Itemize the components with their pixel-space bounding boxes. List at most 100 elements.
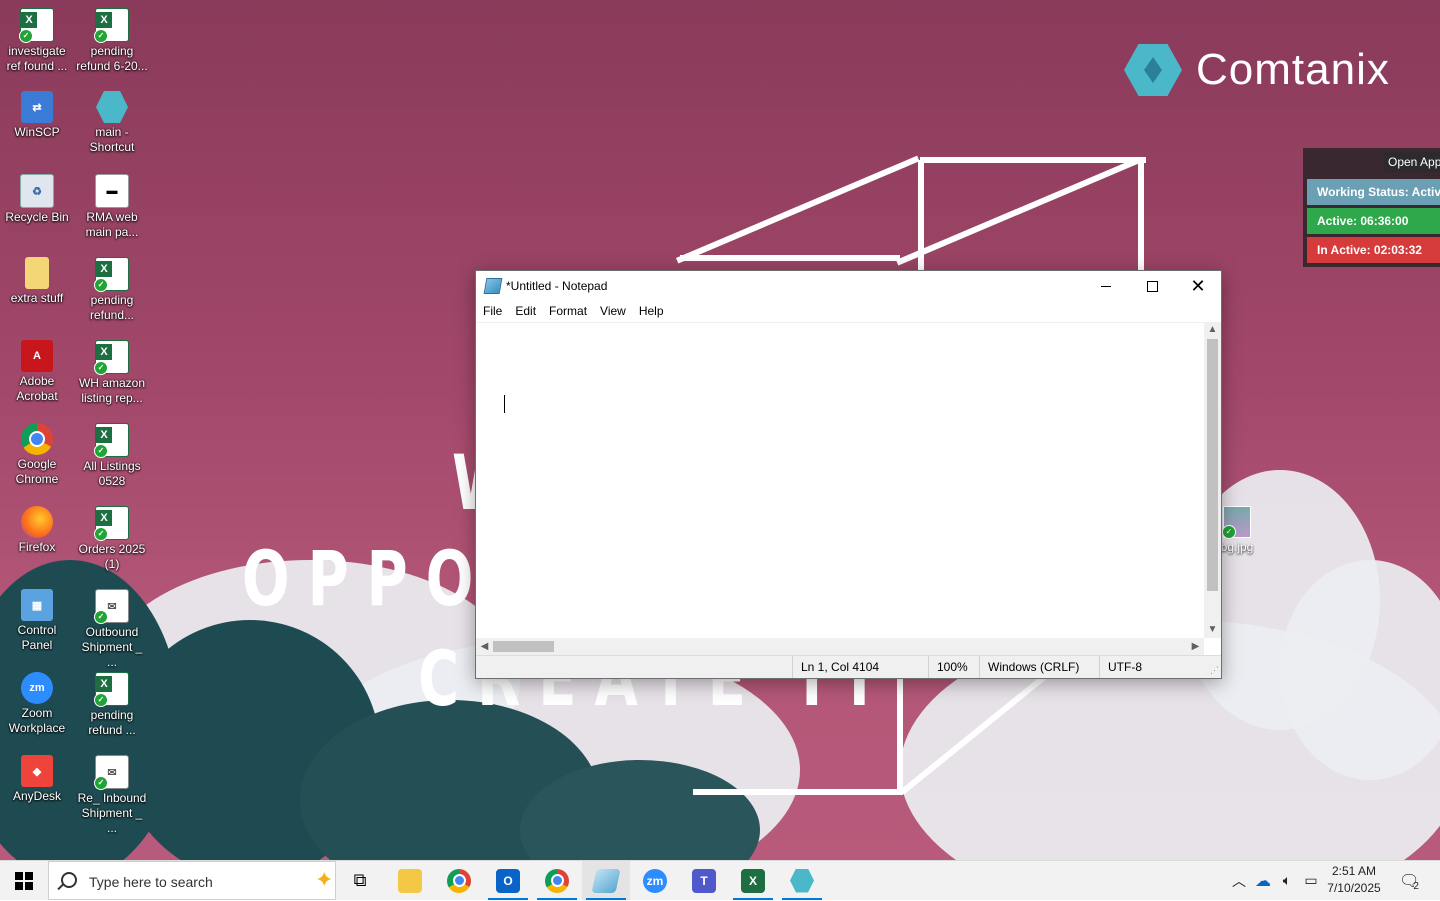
wallpaper-text: OPPO	[242, 536, 492, 624]
horizontal-scroll-thumb[interactable]	[493, 641, 554, 652]
menu-format[interactable]: Format	[542, 301, 593, 318]
taskbar-teams[interactable]: T	[680, 861, 728, 900]
menu-file[interactable]: File	[476, 301, 508, 318]
menu-view[interactable]: View	[593, 301, 632, 318]
comtanix-icon	[790, 868, 814, 893]
recycle-bin-icon: ♻	[20, 174, 54, 208]
wallpaper-frame-line	[676, 155, 920, 264]
firefox-icon	[21, 506, 53, 538]
desktop-icon-label: Zoom Workplace	[8, 706, 66, 735]
open-app-button[interactable]: Open App	[1384, 152, 1440, 172]
taskbar-comtanix[interactable]	[778, 861, 826, 900]
teams-icon: T	[692, 868, 716, 893]
taskbar-chrome[interactable]	[435, 861, 483, 900]
horizontal-scrollbar[interactable]: ◀ ▶	[476, 638, 1204, 655]
clock[interactable]: 2:51 AM 7/10/2025	[1322, 863, 1386, 897]
wallpaper-frame-line	[920, 157, 1146, 163]
desktop-icon[interactable]: ⇄ WinSCP	[1, 83, 73, 140]
taskbar-zoom[interactable]: zm	[631, 861, 679, 900]
wallpaper-frame-line	[693, 789, 903, 795]
search-highlight-icon: ✦	[315, 867, 334, 892]
mail-icon: ✉ ✓	[94, 755, 129, 790]
cloud-icon: ☁	[1255, 872, 1271, 890]
desktop-icon[interactable]: ✉ ✓ Outbound Shipment _ ...	[76, 581, 148, 670]
scroll-right-icon[interactable]: ▶	[1187, 638, 1204, 655]
desktop-icon[interactable]: ✓ Orders 2025 (1)	[76, 498, 148, 572]
excel-icon: ✓	[94, 257, 129, 292]
outlook-icon: O	[496, 868, 520, 893]
wallpaper-frame-line	[1138, 160, 1144, 270]
excel-icon: ✓	[94, 423, 129, 458]
desktop-icon-label: All Listings 0528	[83, 459, 141, 488]
taskbar-outlook[interactable]: O	[484, 861, 532, 900]
desktop-icon[interactable]: ✓ pending refund...	[76, 249, 148, 323]
network-button[interactable]: ▭	[1300, 861, 1322, 900]
desktop-icon[interactable]: main - Shortcut	[76, 83, 148, 155]
taskbar-chrome-profile[interactable]	[533, 861, 581, 900]
taskbar-notepad[interactable]	[582, 861, 630, 900]
desktop-icon-label: Adobe Acrobat	[16, 374, 58, 403]
desktop-icon[interactable]: ✓ investigate ref found ...	[1, 0, 73, 74]
desktop-icon[interactable]: ✓ All Listings 0528	[76, 415, 148, 489]
excel-icon: ✓	[94, 672, 129, 707]
maximize-button[interactable]	[1129, 271, 1175, 301]
resize-grip-icon[interactable]: ⋰	[1210, 665, 1219, 676]
minimize-button[interactable]	[1083, 271, 1129, 301]
sync-check-icon: ✓	[94, 444, 108, 458]
sync-check-icon: ✓	[1222, 525, 1236, 539]
task-view-icon: ⧉	[353, 870, 367, 890]
scroll-left-icon[interactable]: ◀	[476, 638, 493, 655]
sync-check-icon: ✓	[94, 278, 108, 292]
start-button[interactable]	[0, 861, 48, 901]
close-icon: ✕	[1190, 275, 1206, 296]
menu-bar: File Edit Format View Help	[476, 301, 1221, 321]
desktop-icon[interactable]: ♻ Recycle Bin	[1, 166, 73, 225]
desktop-icon[interactable]: A Adobe Acrobat	[1, 332, 73, 404]
desktop-icon-label: Firefox	[18, 540, 56, 554]
menu-edit[interactable]: Edit	[508, 301, 542, 318]
anydesk-icon: ◆	[21, 755, 53, 787]
notepad-icon	[591, 868, 621, 893]
taskbar-excel[interactable]: X	[729, 861, 777, 900]
scroll-up-icon[interactable]: ▲	[1204, 322, 1221, 338]
sync-check-icon: ✓	[19, 29, 33, 43]
volume-button[interactable]: 🔈︎	[1276, 861, 1298, 900]
desktop-icon[interactable]: ✓ pending refund ...	[76, 664, 148, 738]
desktop-icon[interactable]: ✓ pending refund 6-20...	[76, 0, 148, 74]
zoom-icon: zm	[21, 672, 53, 704]
taskbar: Type here to search ✦ ⧉ O zm T X ︿ ☁ 🔈︎ …	[0, 860, 1440, 900]
onedrive-button[interactable]: ☁	[1252, 861, 1274, 900]
notification-center-button[interactable]: 🗨︎ 2	[1394, 861, 1424, 900]
close-button[interactable]: ✕	[1175, 271, 1221, 301]
desktop-icon[interactable]: ✓ WH amazon listing rep...	[76, 332, 148, 406]
show-hidden-icons-button[interactable]: ︿	[1228, 861, 1250, 900]
desktop-icon[interactable]: extra stuff	[1, 249, 73, 306]
menu-help[interactable]: Help	[632, 301, 670, 318]
desktop-icon[interactable]: Firefox	[1, 498, 73, 555]
clock-time: 2:51 AM	[1331, 864, 1377, 878]
search-box[interactable]: Type here to search ✦	[48, 861, 336, 900]
chrome-icon	[447, 868, 471, 893]
desktop-icon[interactable]: ◆ AnyDesk	[1, 747, 73, 804]
scroll-down-icon[interactable]: ▼	[1204, 622, 1221, 638]
title-bar[interactable]: *Untitled - Notepad ✕	[476, 271, 1221, 301]
desktop-icon-label: Google Chrome	[15, 457, 59, 486]
network-icon: ▭	[1304, 872, 1318, 888]
desktop-icon[interactable]: zm Zoom Workplace	[1, 664, 73, 736]
notepad-icon	[483, 278, 503, 294]
desktop-icon[interactable]: Google Chrome	[1, 415, 73, 487]
desktop-icon[interactable]: ✉ ✓ Re_ Inbound Shipment _ ...	[76, 747, 148, 836]
vertical-scrollbar[interactable]: ▲ ▼	[1204, 322, 1221, 638]
text-editor-area[interactable]	[476, 322, 1204, 639]
excel-icon: ✓	[94, 8, 129, 43]
desktop-icon[interactable]: ▦ Control Panel	[1, 581, 73, 653]
taskbar-file-explorer[interactable]	[386, 861, 434, 900]
desktop-icon[interactable]: ▬ RMA web main pa...	[76, 166, 148, 240]
desktop-icon-label: RMA web main pa...	[85, 210, 139, 239]
desktop-icon-label: Orders 2025 (1)	[78, 542, 146, 571]
vertical-scroll-thumb[interactable]	[1207, 339, 1218, 591]
desktop-icon-label: Re_ Inbound Shipment _ ...	[77, 791, 147, 835]
working-status-widget: Open App Working Status: Active Active: …	[1303, 148, 1440, 267]
sync-check-icon: ✓	[94, 527, 108, 541]
taskbar-task-view[interactable]: ⧉	[336, 861, 384, 900]
